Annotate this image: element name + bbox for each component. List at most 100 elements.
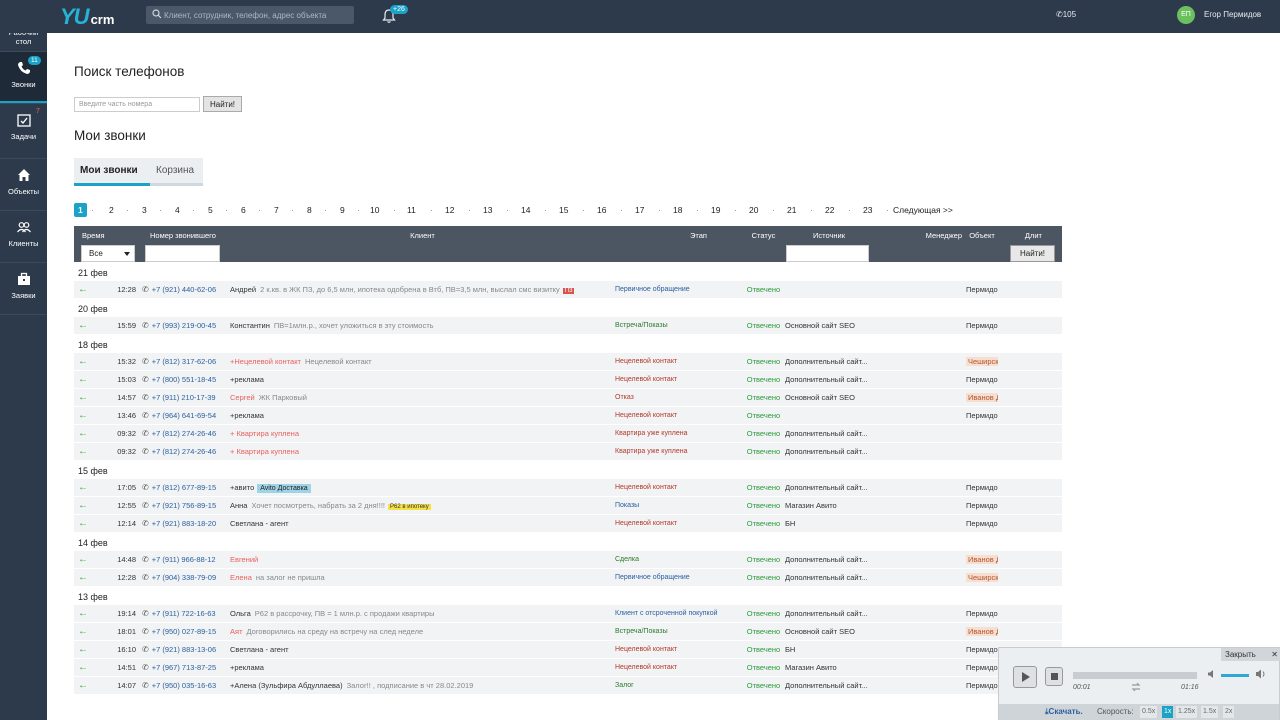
- page-link-12[interactable]: 12: [445, 205, 454, 215]
- caller-phone[interactable]: +7 (921) 883-13-06: [152, 645, 216, 654]
- page-link-11[interactable]: 11: [407, 205, 416, 215]
- global-search-input[interactable]: [164, 6, 350, 24]
- page-link-16[interactable]: 16: [597, 205, 606, 215]
- call-manager[interactable]: Пермидов Егор: [966, 645, 998, 654]
- caller-phone[interactable]: +7 (911) 966-88-12: [152, 555, 216, 564]
- call-manager[interactable]: Пермидов Егор: [966, 519, 998, 528]
- table-row[interactable]: ← 13:46 ✆ +7 (964) 641-69-54 +реклама Нецелев…: [74, 405, 1062, 424]
- caller-phone[interactable]: +7 (911) 210-17-39: [152, 393, 216, 402]
- page-link-10[interactable]: 10: [370, 205, 379, 215]
- table-row[interactable]: ← 12:14 ✆ +7 (921) 883-18-20 Светлана - аген…: [74, 513, 1062, 532]
- table-row[interactable]: ← 16:10 ✆ +7 (921) 883-13-06 Светлана - аген…: [74, 639, 1062, 658]
- call-manager[interactable]: Пермидов Егор: [966, 285, 998, 294]
- source-filter-input[interactable]: [786, 244, 869, 262]
- client-name[interactable]: Ольга: [230, 609, 251, 618]
- page-link-4[interactable]: 4: [175, 205, 180, 215]
- speed-2x[interactable]: 2x: [1223, 706, 1235, 718]
- caller-phone[interactable]: +7 (950) 035-16-63: [152, 681, 216, 690]
- header-duration[interactable]: Длит: [998, 226, 1062, 244]
- caller-phone[interactable]: +7 (812) 677-89-15: [152, 483, 216, 492]
- caller-phone[interactable]: +7 (812) 317-62-06: [152, 357, 216, 366]
- page-link-23[interactable]: 23: [863, 205, 872, 215]
- client-name[interactable]: +Нецелевой контакт: [230, 357, 301, 366]
- page-link-2[interactable]: 2: [109, 205, 114, 215]
- header-object[interactable]: Объект: [966, 226, 998, 244]
- user-avatar[interactable]: ЕП: [1177, 6, 1195, 24]
- page-link-8[interactable]: 8: [307, 205, 312, 215]
- table-row[interactable]: ← 12:55 ✆ +7 (921) 756-89-15 Анна Хочет посмо…: [74, 495, 1062, 514]
- page-link-14[interactable]: 14: [521, 205, 530, 215]
- header-phone[interactable]: Номер звонившего: [142, 226, 230, 244]
- page-link-13[interactable]: 13: [483, 205, 492, 215]
- header-client[interactable]: Клиент: [230, 226, 615, 244]
- tab-my-calls[interactable]: Мои звонки: [74, 158, 150, 186]
- table-row[interactable]: ← 14:07 ✆ +7 (950) 035-16-63 +Алена (Зульфир…: [74, 675, 1062, 694]
- volume-max-icon[interactable]: [1255, 668, 1267, 680]
- time-filter-select[interactable]: Все: [81, 244, 135, 262]
- caller-phone[interactable]: +7 (950) 027-89-15: [152, 627, 216, 636]
- table-row[interactable]: ← 14:57 ✆ +7 (911) 210-17-39 Сергей ЖК Парков…: [74, 387, 1062, 406]
- caller-phone[interactable]: +7 (921) 883-18-20: [152, 519, 216, 528]
- table-row[interactable]: ← 15:03 ✆ +7 (800) 551-18-45 +реклама Нецелев…: [74, 369, 1062, 388]
- header-status[interactable]: Статус: [742, 226, 785, 244]
- client-name[interactable]: +реклама: [230, 411, 264, 420]
- caller-phone[interactable]: +7 (800) 551-18-45: [152, 375, 216, 384]
- call-manager[interactable]: Пермидов Егор: [966, 375, 998, 384]
- page-link-3[interactable]: 3: [142, 205, 147, 215]
- client-name[interactable]: Сергей: [230, 393, 255, 402]
- page-link-20[interactable]: 20: [749, 205, 758, 215]
- page-link-19[interactable]: 19: [711, 205, 720, 215]
- page-link-1[interactable]: 1: [74, 203, 87, 217]
- client-name[interactable]: +Алена (Зульфира Абдуллаева): [230, 681, 343, 690]
- table-row[interactable]: ← 19:14 ✆ +7 (911) 722-16-63 Ольга Р62 в расс…: [74, 603, 1062, 622]
- sidebar-item-tasks[interactable]: Задачи 7: [0, 104, 47, 159]
- caller-phone[interactable]: +7 (921) 756-89-15: [152, 501, 216, 510]
- call-manager[interactable]: Пермидов Егор: [966, 501, 998, 510]
- table-row[interactable]: ← 09:32 ✆ +7 (812) 274-26-46 + Квартира купл…: [74, 441, 1062, 460]
- client-name[interactable]: +реклама: [230, 663, 264, 672]
- call-manager[interactable]: Иванов Дмитрий: [966, 554, 998, 564]
- speed-0-5x[interactable]: 0.5x: [1140, 706, 1158, 718]
- speed-1-5x[interactable]: 1.5x: [1201, 706, 1219, 718]
- table-row[interactable]: ← 18:01 ✆ +7 (950) 027-89-15 Аят Договорились…: [74, 621, 1062, 640]
- caller-phone[interactable]: +7 (993) 219-00-45: [152, 321, 216, 330]
- call-manager[interactable]: Пермидов Егор: [966, 321, 998, 330]
- call-manager[interactable]: Пермидов Егор: [966, 411, 998, 420]
- speed-1x[interactable]: 1x: [1162, 706, 1174, 718]
- call-manager[interactable]: Иванов Дмитрий: [966, 626, 998, 636]
- call-manager[interactable]: Чеширская Елена: [966, 572, 998, 582]
- volume-slider[interactable]: [1221, 674, 1249, 677]
- sidebar-item-phone[interactable]: Звонки 11: [0, 52, 47, 104]
- client-name[interactable]: + Квартира куплена: [230, 447, 299, 456]
- phone-search-button[interactable]: Найти!: [203, 96, 242, 112]
- phone-filter-input[interactable]: [145, 244, 220, 262]
- caller-phone[interactable]: +7 (812) 274-26-46: [152, 447, 216, 456]
- client-name[interactable]: + Квартира куплена: [230, 429, 299, 438]
- app-logo[interactable]: YU crm: [60, 4, 114, 29]
- header-stage[interactable]: Этап: [615, 226, 742, 244]
- phone-search-input[interactable]: [74, 97, 200, 112]
- call-manager[interactable]: Пермидов Егор: [966, 681, 998, 690]
- client-name[interactable]: Елена: [230, 573, 252, 582]
- header-time[interactable]: Время: [74, 226, 142, 244]
- client-name[interactable]: Светлана - агент: [230, 645, 289, 654]
- caller-phone[interactable]: +7 (967) 713-87-25: [152, 663, 216, 672]
- call-manager[interactable]: Пермидов Егор: [966, 609, 998, 618]
- caller-phone[interactable]: +7 (921) 440-62-06: [152, 285, 216, 294]
- table-row[interactable]: ← 15:32 ✆ +7 (812) 317-62-06 +Нецелевой конт…: [74, 351, 1062, 370]
- filter-search-button[interactable]: Найти!: [1010, 244, 1055, 262]
- page-link-9[interactable]: 9: [340, 205, 345, 215]
- call-manager[interactable]: Чеширская Елена: [966, 356, 998, 366]
- caller-phone[interactable]: +7 (911) 722-16-63: [152, 609, 216, 618]
- caller-phone[interactable]: +7 (964) 641-69-54: [152, 411, 216, 420]
- page-link-6[interactable]: 6: [241, 205, 246, 215]
- table-row[interactable]: ← 15:59 ✆ +7 (993) 219-00-45 Константин ПВ=1м…: [74, 315, 1062, 334]
- page-link-22[interactable]: 22: [825, 205, 834, 215]
- client-name[interactable]: Константин: [230, 321, 270, 330]
- player-close-button[interactable]: Закрыть ✕: [1221, 648, 1280, 661]
- table-row[interactable]: ← 09:32 ✆ +7 (812) 274-26-46 + Квартира купл…: [74, 423, 1062, 442]
- next-page-link[interactable]: Следующая >>: [893, 205, 953, 215]
- client-name[interactable]: Евгений: [230, 555, 258, 564]
- client-name[interactable]: Аят: [230, 627, 243, 636]
- page-link-17[interactable]: 17: [635, 205, 644, 215]
